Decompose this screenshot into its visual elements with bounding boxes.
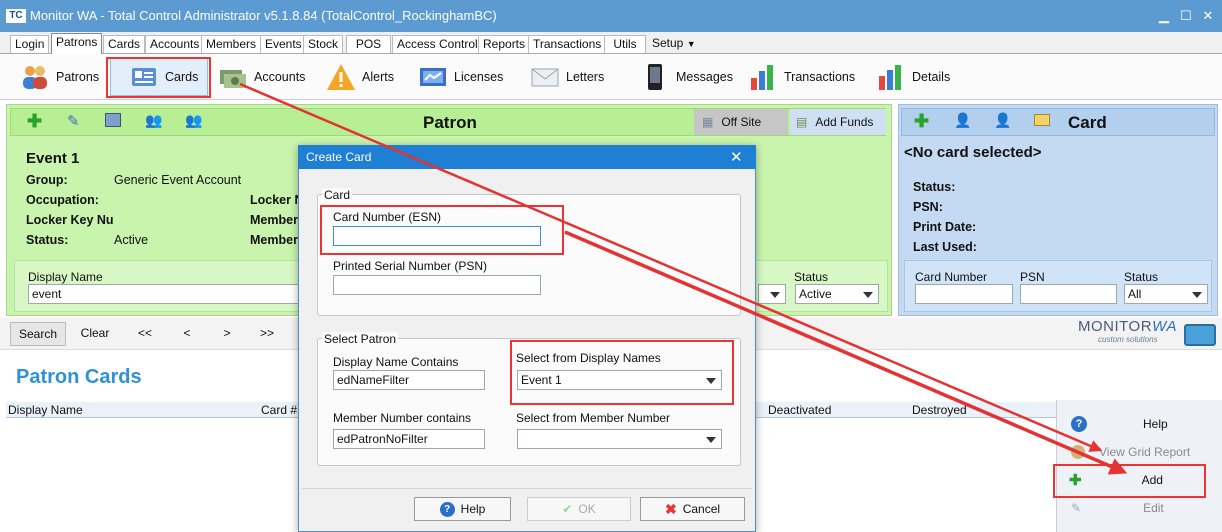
arrow-to-report — [239, 82, 1103, 452]
arrow-to-add — [564, 230, 1128, 475]
annotation-arrows — [239, 82, 1128, 475]
